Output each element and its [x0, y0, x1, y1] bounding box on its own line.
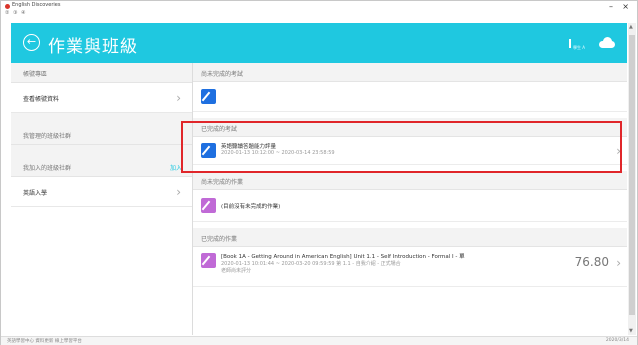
app-logo-icon — [5, 4, 10, 9]
pencil-icon — [201, 89, 216, 104]
scrollbar-thumb[interactable] — [629, 35, 635, 315]
cloud-icon[interactable] — [597, 35, 617, 51]
homework-score: 76.80 — [574, 255, 609, 269]
user-label: 學生 A — [573, 45, 586, 50]
sidebar-section-account: 帳號專區 — [11, 63, 192, 83]
sidebar-section-joined-classes: 我加入的班級社群 加入 — [11, 157, 192, 177]
pencil-icon — [201, 253, 216, 268]
scroll-up-icon[interactable]: ▲ — [629, 24, 633, 30]
homework-note: 老師尚未評分 — [221, 268, 252, 274]
section-pending-homework: 尚未完成的作業 — [193, 171, 627, 190]
pencil-icon — [201, 198, 216, 213]
chevron-right-icon: › — [176, 185, 181, 199]
window-titlebar: English Discoveries ② ③ ④ – × — [1, 1, 637, 21]
status-bar: 英語學習中心 資料更新 線上學習平台 2020/3/14 — [1, 336, 637, 345]
app-window: English Discoveries ② ③ ④ – × ← 作業與班級 學生… — [0, 0, 638, 345]
section-pending-exams: 尚未完成的考試 — [193, 63, 627, 82]
window-menu[interactable]: ② ③ ④ — [5, 10, 27, 16]
homework-time: 2020-01-13 10:01:44 ~ 2020-03-20 09:59:5… — [221, 261, 401, 267]
status-left: 英語學習中心 資料更新 線上學習平台 — [7, 339, 82, 344]
main-content: 尚未完成的考試 已完成的考試 英語聽讀答題能力評量 2020-01-13 10:… — [193, 63, 627, 335]
highlight-box — [181, 121, 622, 173]
sidebar-item-label: 查看帳號資料 — [23, 96, 60, 103]
sidebar: 帳號專區 查看帳號資料 › 我管理的班級社群 我加入的班級社群 加入 英語入學 … — [11, 63, 193, 335]
page-title: 作業與班級 — [48, 37, 138, 57]
sidebar-section-label: 我加入的班級社群 — [23, 165, 72, 172]
status-right: 2020/3/14 — [605, 338, 629, 343]
window-title: English Discoveries — [12, 2, 61, 8]
pending-homework-row: (目前沒有未完成的作業) — [193, 190, 627, 222]
completed-homework-row[interactable]: [Book 1A - Getting Around in American En… — [193, 247, 627, 287]
scrollbar[interactable]: ▲ ▼ — [628, 23, 636, 335]
homework-title: [Book 1A - Getting Around in American En… — [221, 254, 465, 260]
user-info[interactable]: 學生 A — [569, 39, 593, 51]
sidebar-section-label: 帳號專區 — [23, 71, 48, 78]
sidebar-item-account[interactable]: 查看帳號資料 › — [11, 83, 192, 113]
minimize-button[interactable]: – — [609, 3, 613, 11]
empty-homework-text: (目前沒有未完成的作業) — [221, 204, 281, 210]
back-arrow-icon[interactable]: ← — [23, 34, 40, 51]
close-button[interactable]: × — [622, 3, 629, 11]
sidebar-item-class[interactable]: 英語入學 › — [11, 177, 192, 207]
sidebar-item-label: 英語入學 — [23, 190, 48, 197]
section-title: 尚未完成的考試 — [201, 71, 244, 78]
section-title: 尚未完成的作業 — [201, 179, 244, 186]
pending-exam-row[interactable] — [193, 82, 627, 112]
scroll-down-icon[interactable]: ▼ — [629, 328, 633, 334]
app-header: ← 作業與班級 學生 A — [11, 23, 627, 63]
section-completed-homework: 已完成的作業 — [193, 228, 627, 247]
user-icon — [569, 39, 571, 48]
sidebar-section-managed-classes: 我管理的班級社群 — [11, 125, 192, 145]
chevron-right-icon: › — [616, 256, 621, 270]
chevron-right-icon: › — [176, 91, 181, 105]
section-title: 已完成的作業 — [201, 236, 238, 243]
sidebar-section-label: 我管理的班級社群 — [23, 133, 72, 140]
